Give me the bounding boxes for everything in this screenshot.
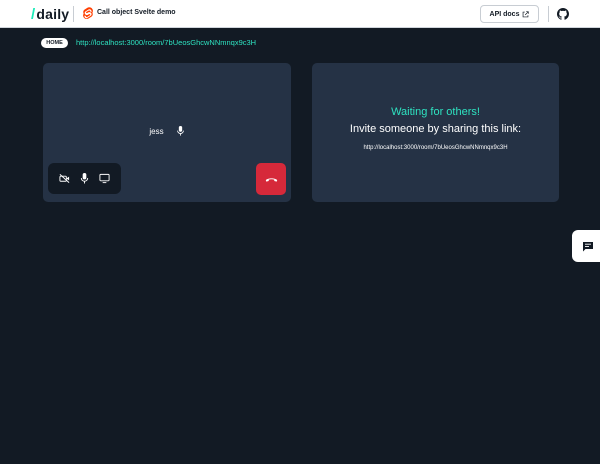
- microphone-icon: [80, 173, 89, 184]
- room-url-link[interactable]: http://localhost:3000/room/7bUeosGhcwNNm…: [76, 38, 256, 47]
- invite-instructions: Invite someone by sharing this link:: [349, 123, 522, 135]
- api-docs-button[interactable]: API docs: [480, 5, 539, 23]
- app-header: / daily Call object Svelte demo API docs: [0, 0, 600, 28]
- leave-call-button[interactable]: [256, 163, 286, 195]
- participant-label: jess: [43, 126, 291, 136]
- microphone-toggle-button[interactable]: [78, 173, 90, 185]
- camera-toggle-button[interactable]: [58, 173, 70, 185]
- api-docs-label: API docs: [489, 10, 520, 18]
- invite-link[interactable]: http://localhost:3000/room/7bUeosGhcwNNm…: [312, 145, 559, 151]
- participant-name: jess: [149, 126, 164, 136]
- daily-logo[interactable]: / daily: [31, 5, 70, 23]
- waiting-title: Waiting for others!: [391, 106, 480, 118]
- app-title: Call object Svelte demo: [97, 9, 176, 16]
- screen-share-icon: [99, 173, 110, 184]
- logo-text: daily: [36, 6, 70, 22]
- chat-button[interactable]: [572, 230, 600, 262]
- camera-off-icon: [59, 174, 70, 183]
- header-divider: [548, 6, 549, 22]
- microphone-icon: [176, 126, 184, 136]
- call-controls: [48, 163, 121, 194]
- header-divider: [73, 6, 74, 22]
- external-link-icon: [523, 10, 530, 17]
- home-button[interactable]: HOME: [41, 38, 68, 48]
- chat-icon: [583, 241, 593, 251]
- phone-hangup-icon: [265, 178, 277, 182]
- logo-slash: /: [31, 5, 36, 23]
- github-icon[interactable]: [557, 8, 569, 20]
- svelte-icon: [83, 7, 93, 19]
- screen-share-button[interactable]: [99, 173, 111, 185]
